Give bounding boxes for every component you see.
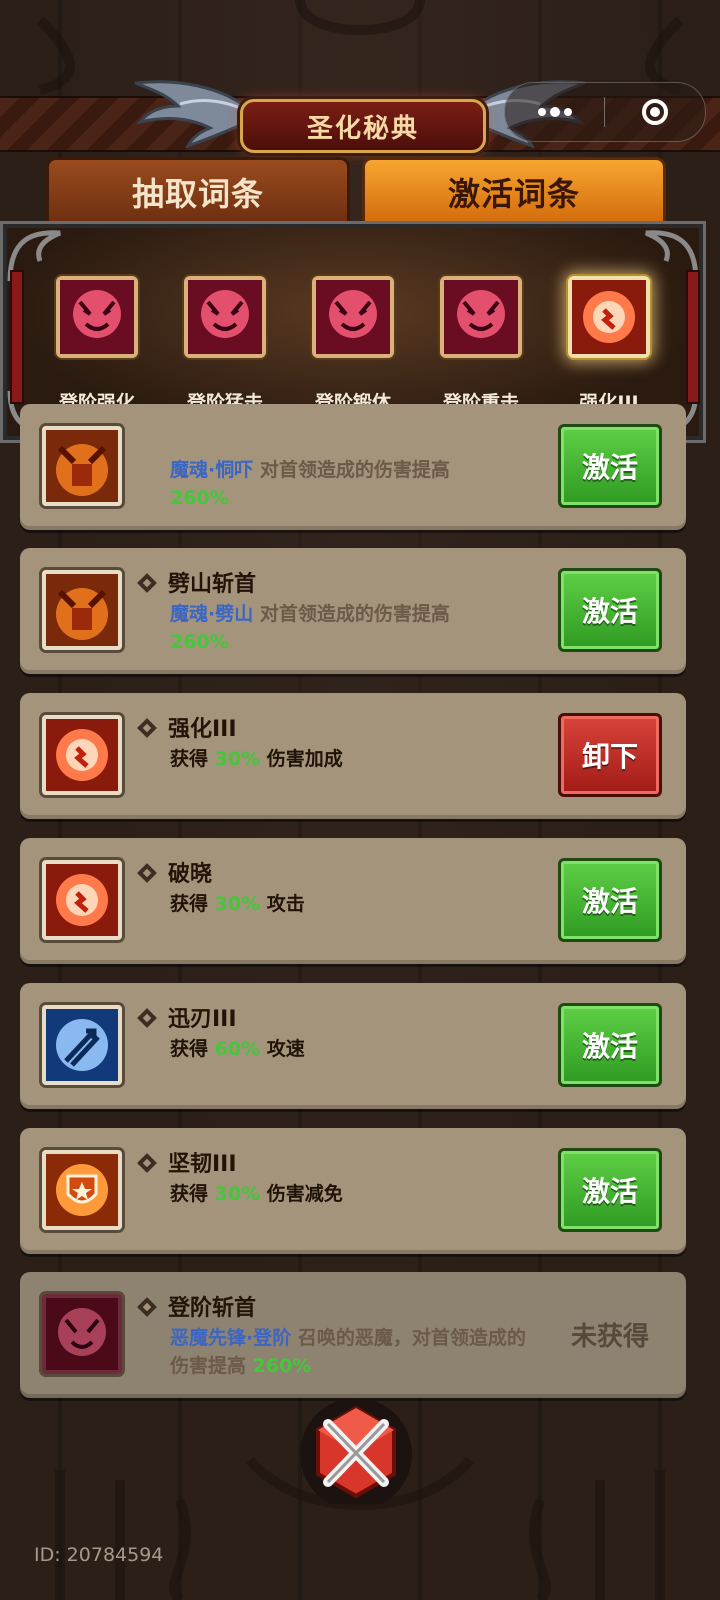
player-id: ID: 20784594 [34,1544,164,1566]
blue-arrows-icon [42,1005,122,1085]
tab-draw-entries[interactable]: 抽取词条 [46,157,350,224]
demon-icon [56,276,138,358]
entry-description: 获得 30% 攻击 [170,893,305,915]
diamond-bullet-icon [137,1008,157,1028]
demon-knight-icon [42,426,122,506]
entry-description: 获得 30% 伤害加成 [170,748,343,770]
equipped-slot-3[interactable]: 登阶锻体 [310,276,396,414]
page-title: 圣化秘典 [240,99,486,153]
flame-burst-icon [42,860,122,940]
entry-description: 魔魂·劈山 对首领造成的伤害提高 260% [170,603,450,653]
demon-icon [42,1294,122,1374]
entry-description: 获得 60% 攻速 [170,1038,305,1060]
entry-description: 恶魔先锋·登阶 召唤的恶魔，对首领造成的伤害提高 260% [170,1327,526,1377]
entry-card: 迅刃III 获得 60% 攻速 激活 [20,983,686,1109]
not-obtained-status: 未获得 [570,1322,649,1352]
entry-card-locked: 登阶斩首 恶魔先锋·登阶 召唤的恶魔，对首领造成的伤害提高 260% 未获得 [20,1272,686,1398]
diamond-bullet-icon [137,573,157,593]
entry-name: 迅刃III [168,1007,237,1032]
entry-card: 坚韧III 获得 30% 伤害减免 激活 [20,1128,686,1254]
demon-icon [184,276,266,358]
activate-button[interactable]: 激活 [558,568,662,652]
equipped-slot-1[interactable]: 登阶强化 [54,276,140,414]
diamond-bullet-icon [137,1153,157,1173]
target-icon [642,99,668,125]
crossed-swords-close-icon[interactable] [296,1394,416,1504]
entry-name: 强化III [168,717,237,742]
entry-name: 破晓 [168,862,213,887]
entry-card: 破晓 获得 30% 攻击 激活 [20,838,686,964]
entry-card: 强化III 获得 30% 伤害加成 卸下 [20,693,686,819]
flame-burst-icon [42,715,122,795]
more-button[interactable] [505,83,604,141]
panel-right-bar [686,270,700,404]
activate-button[interactable]: 激活 [558,424,662,508]
entry-description: 获得 30% 伤害减免 [170,1183,343,1205]
demon-knight-icon [42,570,122,650]
diamond-bullet-icon [137,1297,157,1317]
entry-name: 劈山斩首 [168,572,257,597]
demon-icon [312,276,394,358]
activate-button[interactable]: 激活 [558,1148,662,1232]
unequip-button[interactable]: 卸下 [558,713,662,797]
star-shield-icon [42,1150,122,1230]
ellipsis-icon [536,107,574,117]
equipped-slot-5-selected[interactable]: 强化III [566,276,652,414]
close-miniprogram-button[interactable] [605,83,705,141]
diamond-bullet-icon [137,718,157,738]
entry-card: 魔魂·恫吓 对首领造成的伤害提高 260% 激活 [20,404,686,530]
diamond-bullet-icon [137,863,157,883]
entry-card: 劈山斩首 魔魂·劈山 对首领造成的伤害提高 260% 激活 [20,548,686,674]
entry-name: 登阶斩首 [168,1296,257,1321]
miniprogram-capsule [504,82,706,142]
entry-description: 魔魂·恫吓 对首领造成的伤害提高 260% [170,459,450,509]
tab-activate-entries[interactable]: 激活词条 [362,157,666,224]
equipped-slot-4[interactable]: 登阶重击 [438,276,524,414]
flame-burst-icon [568,276,650,358]
entry-name: 坚韧III [168,1152,237,1177]
left-wing-icon [134,80,247,148]
activate-button[interactable]: 激活 [558,1003,662,1087]
activate-button[interactable]: 激活 [558,858,662,942]
equipped-slot-2[interactable]: 登阶猛击 [182,276,268,414]
demon-icon [440,276,522,358]
panel-left-bar [10,270,24,404]
